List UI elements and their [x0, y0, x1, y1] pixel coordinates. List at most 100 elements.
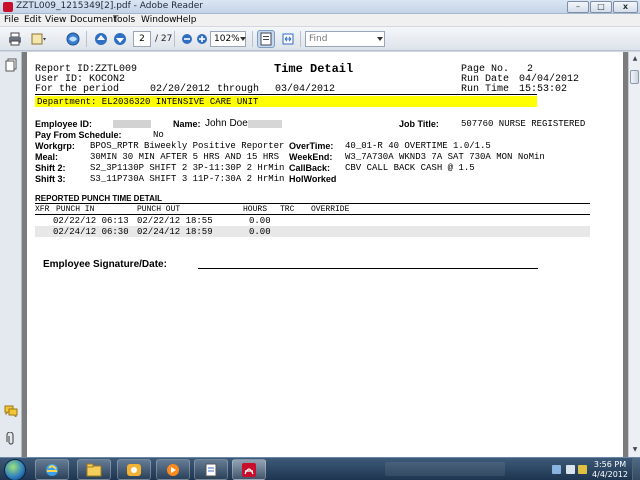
- callback-label: CallBack:: [289, 163, 331, 173]
- shift2-value: S2_3P1130P SHIFT 2 3P-11:30P 2 HrMin: [90, 163, 285, 173]
- window-title-bar[interactable]: ZZTL009_1215349[2].pdf - Adobe Reader – …: [0, 0, 640, 14]
- tray-date: 4/4/2012: [592, 470, 628, 479]
- col-override: OVERRIDE: [311, 205, 350, 214]
- pages-panel-icon[interactable]: [4, 58, 18, 72]
- name-label: Name:: [173, 119, 201, 129]
- weekend-value: W3_7A730A WKND3 7A SAT 730A MON NoMin: [345, 152, 545, 162]
- punch-section-title: REPORTED PUNCH TIME DETAIL: [35, 194, 162, 203]
- vertical-scrollbar[interactable]: ▲ ▼: [628, 52, 640, 457]
- workgrp-value: BPOS_RPTR Biweekly Positive Reporter: [90, 141, 285, 151]
- row-punch-out: 02/24/12 18:59: [137, 227, 213, 237]
- attachments-paperclip-icon[interactable]: [4, 432, 18, 446]
- tray-clock[interactable]: 3:56 PM 4/4/2012: [590, 460, 630, 480]
- menu-help[interactable]: Help: [176, 15, 197, 25]
- pay-from-schedule-label: Pay From Schedule:: [35, 130, 122, 140]
- fit-page-icon[interactable]: [257, 30, 275, 48]
- zoom-in-icon[interactable]: [193, 30, 211, 48]
- taskbar-background-window[interactable]: [385, 462, 505, 476]
- menu-view[interactable]: View: [45, 15, 66, 25]
- page-total: / 27: [155, 34, 173, 44]
- collaborate-icon[interactable]: [64, 30, 82, 48]
- menu-window[interactable]: Window: [141, 15, 177, 25]
- report-title: Time Detail: [274, 62, 354, 76]
- signature-label: Employee Signature/Date:: [43, 259, 167, 270]
- taskbar-explorer-folder-icon[interactable]: [77, 459, 111, 480]
- zoom-dropdown-chevron-down-icon[interactable]: [239, 31, 247, 47]
- fit-width-icon[interactable]: [279, 30, 297, 48]
- close-button[interactable]: x: [613, 1, 638, 13]
- next-page-icon[interactable]: [111, 30, 129, 48]
- toolbar-separator: [86, 31, 87, 47]
- menu-document[interactable]: Document: [70, 15, 117, 25]
- signature-line: [198, 268, 538, 269]
- page-number-input[interactable]: 2: [133, 31, 151, 47]
- taskbar-internet-explorer-icon[interactable]: [35, 459, 69, 480]
- taskbar-adobe-reader-icon[interactable]: [232, 459, 266, 480]
- employee-id-redacted: [113, 120, 151, 128]
- menu-bar: File Edit View Document Tools Window Hel…: [0, 14, 640, 27]
- row-hours: 0.00: [249, 227, 271, 237]
- previous-page-icon[interactable]: [92, 30, 110, 48]
- pay-from-schedule-value: No: [153, 130, 164, 140]
- scroll-down-arrow-icon[interactable]: ▼: [630, 445, 640, 455]
- pdf-page: Report ID:ZZTL009 Time Detail Page No. 2…: [27, 52, 623, 457]
- navigation-panel: [0, 52, 22, 457]
- menu-file[interactable]: File: [4, 15, 19, 25]
- tray-network-icon[interactable]: [552, 465, 561, 474]
- menu-edit[interactable]: Edit: [24, 15, 41, 25]
- start-button-windows-icon[interactable]: [4, 459, 26, 480]
- col-xfr: XFR: [35, 205, 50, 214]
- menu-tools[interactable]: Tools: [113, 15, 135, 25]
- find-placeholder: Find: [309, 34, 328, 44]
- employee-name: John Doe: [205, 118, 248, 129]
- employee-id-label: Employee ID:: [35, 119, 93, 129]
- job-title-label: Job Title:: [399, 119, 439, 129]
- meal-value: 30MIN 30 MIN AFTER 5 HRS AND 15 HRS: [90, 152, 280, 162]
- taskbar: 3:56 PM 4/4/2012: [0, 457, 640, 480]
- shift2-label: Shift 2:: [35, 163, 66, 173]
- meal-label: Meal:: [35, 152, 59, 162]
- overtime-label: OverTime:: [289, 141, 334, 151]
- print-icon[interactable]: [6, 30, 24, 48]
- taskbar-media-player-icon[interactable]: [156, 459, 190, 480]
- scrollbar-thumb[interactable]: [630, 70, 639, 84]
- overtime-value: 40_01-R 40 OVERTIME 1.0/1.5: [345, 141, 491, 151]
- tray-volume-icon[interactable]: [566, 465, 575, 474]
- comments-panel-icon[interactable]: [4, 404, 18, 418]
- weekend-label: WeekEnd:: [289, 152, 333, 162]
- adobe-reader-icon: [3, 2, 13, 12]
- document-view[interactable]: Report ID:ZZTL009 Time Detail Page No. 2…: [22, 52, 628, 457]
- shift3-label: Shift 3:: [35, 174, 66, 184]
- holworked-label: HolWorked: [289, 174, 337, 184]
- find-dropdown-chevron-down-icon[interactable]: [376, 31, 384, 47]
- row-punch-in: 02/22/12 06:13: [53, 216, 129, 226]
- shift3-value: S3_11P730A SHIFT 3 11P-7:30A 2 HrMin: [90, 174, 285, 184]
- col-hours: HOURS: [243, 205, 268, 214]
- find-input[interactable]: Find: [305, 31, 385, 47]
- taskbar-notepad-icon[interactable]: [194, 459, 228, 480]
- toolbar: 2 / 27 102% Find: [0, 27, 640, 51]
- employee-name-redacted: [248, 120, 282, 128]
- header-rule: [35, 94, 537, 95]
- department: Department: EL2036320 INTENSIVE CARE UNI…: [37, 97, 259, 107]
- taskbar-messenger-icon[interactable]: [117, 459, 151, 480]
- workgrp-label: Workgrp:: [35, 141, 75, 151]
- table-row: 02/24/12 06:30 02/24/12 18:59 0.00: [35, 226, 590, 237]
- show-desktop-button[interactable]: [632, 458, 640, 480]
- callback-value: CBV CALL BACK CASH @ 1.5: [345, 163, 475, 173]
- job-title: 507760 NURSE REGISTERED: [461, 119, 586, 129]
- row-punch-in: 02/24/12 06:30: [53, 227, 129, 237]
- scroll-up-arrow-icon[interactable]: ▲: [630, 54, 640, 64]
- minimize-button[interactable]: –: [567, 1, 589, 13]
- toolbar-separator: [252, 31, 253, 47]
- tray-flag-icon[interactable]: [578, 465, 587, 474]
- window-title: ZZTL009_1215349[2].pdf - Adobe Reader: [16, 1, 203, 11]
- table-row: 02/22/12 06:13 02/22/12 18:55 0.00: [35, 215, 590, 226]
- share-icon[interactable]: [30, 30, 48, 48]
- maximize-button[interactable]: □: [590, 1, 612, 13]
- punch-section-rule: [35, 203, 590, 204]
- toolbar-separator: [300, 31, 301, 47]
- row-punch-out: 02/22/12 18:55: [137, 216, 213, 226]
- col-punch-out: PUNCH OUT: [137, 205, 181, 214]
- row-hours: 0.00: [249, 216, 271, 226]
